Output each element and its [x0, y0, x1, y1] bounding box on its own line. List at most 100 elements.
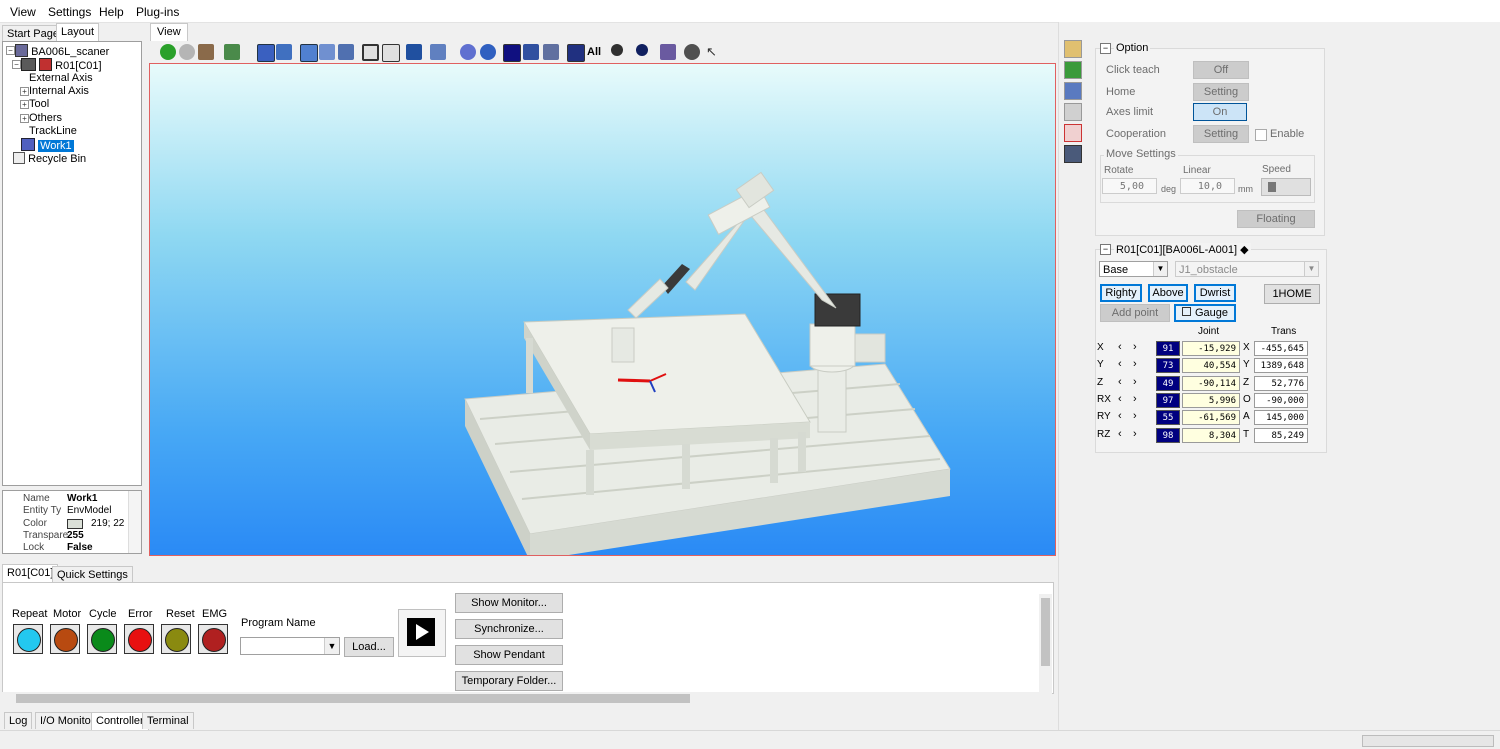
tab-r01[interactable]: R01[C01]	[2, 564, 59, 583]
view-front-icon[interactable]	[257, 44, 275, 62]
chevron-right-icon[interactable]: ›	[1133, 410, 1137, 422]
chevron-down-icon[interactable]: ▼	[1153, 262, 1167, 276]
joint-value[interactable]: 40,554	[1182, 358, 1240, 373]
chevron-left-icon[interactable]: ‹	[1118, 376, 1122, 388]
trans-value[interactable]: 145,000	[1254, 410, 1308, 425]
load-button[interactable]: Load...	[344, 637, 394, 657]
camera-icon[interactable]	[684, 44, 700, 60]
fit-icon[interactable]	[224, 44, 240, 60]
tree-item-internal-axis[interactable]: Internal Axis	[29, 85, 89, 97]
chevron-right-icon[interactable]: ›	[1133, 358, 1137, 370]
menu-settings[interactable]: Settings	[48, 5, 91, 19]
chevron-left-icon[interactable]: ‹	[1118, 428, 1122, 440]
righty-button[interactable]: Righty	[1100, 284, 1142, 302]
frame-icon[interactable]	[362, 44, 379, 61]
tree-item-recycle-bin[interactable]: Recycle Bin	[13, 152, 86, 165]
motor-lamp[interactable]	[50, 624, 80, 654]
joint-value[interactable]: -90,114	[1182, 376, 1240, 391]
3d-viewport[interactable]	[149, 63, 1056, 556]
tab-quick-settings[interactable]: Quick Settings	[52, 566, 133, 583]
copy-icon[interactable]	[430, 44, 446, 60]
speed-thumb[interactable]	[1268, 182, 1276, 192]
tab-terminal[interactable]: Terminal	[142, 712, 194, 729]
expand-icon[interactable]: +	[20, 100, 29, 109]
chevron-left-icon[interactable]: ‹	[1118, 410, 1122, 422]
chevron-right-icon[interactable]: ›	[1133, 428, 1137, 440]
rotate-input[interactable]: 5,00	[1102, 178, 1157, 194]
home-setting-button[interactable]: Setting	[1193, 83, 1249, 101]
collapse-robot-icon[interactable]: −	[1100, 244, 1111, 255]
layout-quad-icon[interactable]	[543, 44, 559, 60]
property-grid[interactable]: Name Work1 Entity Ty EnvModel Color 219;…	[2, 490, 142, 554]
chevron-right-icon[interactable]: ›	[1133, 376, 1137, 388]
reset-lamp[interactable]	[161, 624, 191, 654]
view-iso-icon[interactable]	[300, 44, 318, 62]
forward-icon[interactable]	[179, 44, 195, 60]
document-icon[interactable]	[1064, 40, 1082, 58]
tree-root[interactable]: BA006L_scaner	[15, 44, 109, 58]
click-teach-button[interactable]: Off	[1193, 61, 1249, 79]
tab-view[interactable]: View	[150, 23, 188, 42]
grid-icon[interactable]	[660, 44, 676, 60]
info-icon[interactable]	[480, 44, 496, 60]
collapse-icon[interactable]: −	[12, 60, 21, 69]
show-pendant-button[interactable]: Show Pendant	[455, 645, 563, 665]
emg-lamp[interactable]	[198, 624, 228, 654]
list-icon[interactable]	[1064, 103, 1082, 121]
add-point-button[interactable]: Add point	[1100, 304, 1170, 322]
network-icon[interactable]	[1064, 61, 1082, 79]
axes-limit-button[interactable]: On	[1193, 103, 1247, 121]
linear-input[interactable]: 10,0	[1180, 178, 1235, 194]
frame2-icon[interactable]	[382, 44, 400, 62]
error-lamp[interactable]	[124, 624, 154, 654]
synchronize-button[interactable]: Synchronize...	[455, 619, 563, 639]
collapse-option-icon[interactable]: −	[1100, 43, 1111, 54]
run-button[interactable]	[398, 609, 446, 657]
tree-item-external-axis[interactable]: External Axis	[29, 72, 93, 84]
tree-item-work1[interactable]: Work1	[21, 138, 74, 152]
view-bottom-icon[interactable]	[338, 44, 354, 60]
trans-value[interactable]: -90,000	[1254, 393, 1308, 408]
tab-log[interactable]: Log	[4, 712, 33, 729]
chevron-left-icon[interactable]: ‹	[1118, 358, 1122, 370]
temporary-folder-button[interactable]: Temporary Folder...	[455, 671, 563, 691]
zoom-icon[interactable]	[636, 44, 648, 56]
trans-value[interactable]: 85,249	[1254, 428, 1308, 443]
props-scrollbar[interactable]	[128, 491, 141, 553]
cooperation-setting-button[interactable]: Setting	[1193, 125, 1249, 143]
trans-value[interactable]: 52,776	[1254, 376, 1308, 391]
scroll-thumb[interactable]	[16, 694, 690, 703]
enable-checkbox[interactable]	[1255, 129, 1267, 141]
chevron-down-icon[interactable]: ▼	[324, 638, 339, 654]
tab-io-monitor[interactable]: I/O Monitor	[35, 712, 100, 729]
chevron-left-icon[interactable]: ‹	[1118, 393, 1122, 405]
floating-button[interactable]: Floating	[1237, 210, 1315, 228]
gauge-button[interactable]: Gauge	[1174, 304, 1236, 322]
view-top-icon[interactable]	[319, 44, 335, 60]
trans-value[interactable]: -455,645	[1254, 341, 1308, 356]
tab-layout[interactable]: Layout	[56, 23, 100, 42]
menu-plugins[interactable]: Plug-ins	[136, 5, 179, 19]
program-name-select[interactable]: ▼	[240, 637, 340, 655]
menu-help[interactable]: Help	[99, 5, 124, 19]
dice-icon[interactable]	[1064, 124, 1082, 142]
menu-view[interactable]: View	[10, 5, 36, 19]
joint-value[interactable]: -15,929	[1182, 341, 1240, 356]
trans-value[interactable]: 1389,648	[1254, 358, 1308, 373]
view-side-icon[interactable]	[276, 44, 292, 60]
scroll-thumb[interactable]	[1041, 598, 1050, 666]
save-icon[interactable]	[406, 44, 422, 60]
home-view-icon[interactable]	[198, 44, 214, 60]
above-button[interactable]: Above	[1148, 284, 1188, 302]
vertical-scrollbar[interactable]	[1039, 594, 1052, 692]
joint-value[interactable]: 5,996	[1182, 393, 1240, 408]
chevron-down-icon[interactable]: ▼	[1304, 262, 1318, 276]
select-all-icon[interactable]	[567, 44, 585, 62]
speed-slider[interactable]	[1261, 178, 1311, 196]
measure-icon[interactable]	[611, 44, 623, 56]
horizontal-scrollbar[interactable]	[2, 692, 1052, 705]
robot-tool-icon[interactable]	[1064, 82, 1082, 100]
chevron-right-icon[interactable]: ›	[1133, 341, 1137, 353]
all-label[interactable]: All	[587, 46, 601, 58]
pointer-icon[interactable]: ↖	[706, 44, 722, 60]
